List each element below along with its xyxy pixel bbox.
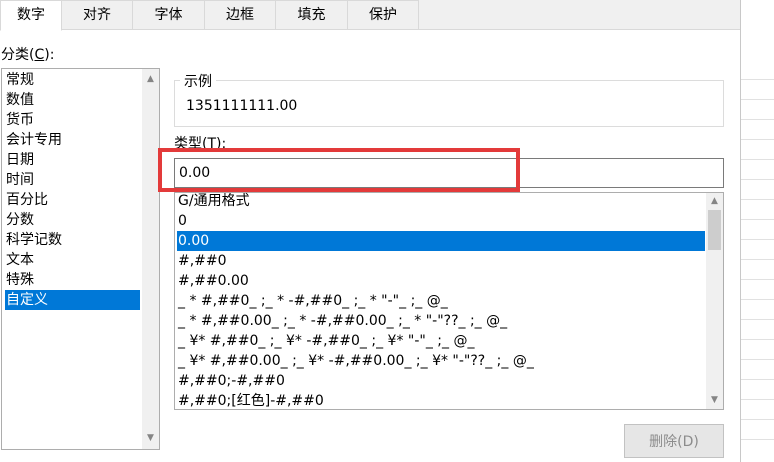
highlight-box: [158, 148, 520, 192]
tab-alignment[interactable]: 对齐: [61, 0, 133, 30]
tab-border[interactable]: 边框: [204, 0, 276, 30]
sample-legend: 示例: [180, 71, 216, 91]
scroll-down-icon[interactable]: ▼: [142, 430, 159, 447]
format-item[interactable]: _ * #,##0.00_ ;_ * -#,##0.00_ ;_ * "-"??…: [177, 311, 705, 331]
tab-protection[interactable]: 保护: [347, 0, 419, 30]
category-item-number[interactable]: 数值: [5, 90, 140, 110]
scroll-up-icon[interactable]: ▲: [706, 194, 723, 209]
scroll-down-icon[interactable]: ▼: [706, 393, 723, 408]
format-item[interactable]: #,##0: [177, 251, 705, 271]
category-item-custom[interactable]: 自定义: [5, 290, 140, 310]
scroll-up-icon[interactable]: ▲: [142, 71, 159, 88]
category-item-time[interactable]: 时间: [5, 170, 140, 190]
format-item-selected[interactable]: 0.00: [177, 231, 705, 251]
spreadsheet-background: [740, 0, 774, 462]
tab-font[interactable]: 字体: [132, 0, 205, 30]
category-list[interactable]: 常规 数值 货币 会计专用 日期 时间 百分比 分数 科学记数 文本 特殊 自定…: [1, 68, 160, 450]
sample-value: 1351111111.00: [186, 98, 298, 114]
format-item[interactable]: #,##0;[红色]-#,##0: [177, 391, 705, 409]
format-item[interactable]: 0: [177, 211, 705, 231]
scroll-thumb[interactable]: [708, 210, 721, 250]
tab-strip: 数字 对齐 字体 边框 填充 保护: [0, 0, 740, 31]
delete-button[interactable]: 删除(D): [624, 424, 724, 458]
category-label: 分类(C):: [1, 47, 55, 63]
format-item[interactable]: _ ¥* #,##0_ ;_ ¥* -#,##0_ ;_ ¥* "-"_ ;_ …: [177, 331, 705, 351]
format-item[interactable]: G/通用格式: [177, 193, 705, 211]
format-item[interactable]: _ * #,##0_ ;_ * -#,##0_ ;_ * "-"_ ;_ @_: [177, 291, 705, 311]
format-list[interactable]: G/通用格式 0 0.00 #,##0 #,##0.00 _ * #,##0_ …: [174, 192, 724, 410]
format-item[interactable]: _ ¥* #,##0.00_ ;_ ¥* -#,##0.00_ ;_ ¥* "-…: [177, 351, 705, 371]
tab-fill[interactable]: 填充: [275, 0, 348, 30]
category-item-special[interactable]: 特殊: [5, 270, 140, 290]
format-scrollbar[interactable]: ▲ ▼: [706, 193, 723, 409]
format-item[interactable]: #,##0;-#,##0: [177, 371, 705, 391]
category-scrollbar[interactable]: ▲ ▼: [142, 69, 159, 449]
category-item-accounting[interactable]: 会计专用: [5, 130, 140, 150]
category-item-general[interactable]: 常规: [5, 70, 140, 90]
tab-number[interactable]: 数字: [0, 0, 62, 31]
category-item-percentage[interactable]: 百分比: [5, 190, 140, 210]
category-item-fraction[interactable]: 分数: [5, 210, 140, 230]
category-item-text[interactable]: 文本: [5, 250, 140, 270]
category-item-currency[interactable]: 货币: [5, 110, 140, 130]
category-item-scientific[interactable]: 科学记数: [5, 230, 140, 250]
format-item[interactable]: #,##0.00: [177, 271, 705, 291]
category-item-date[interactable]: 日期: [5, 150, 140, 170]
